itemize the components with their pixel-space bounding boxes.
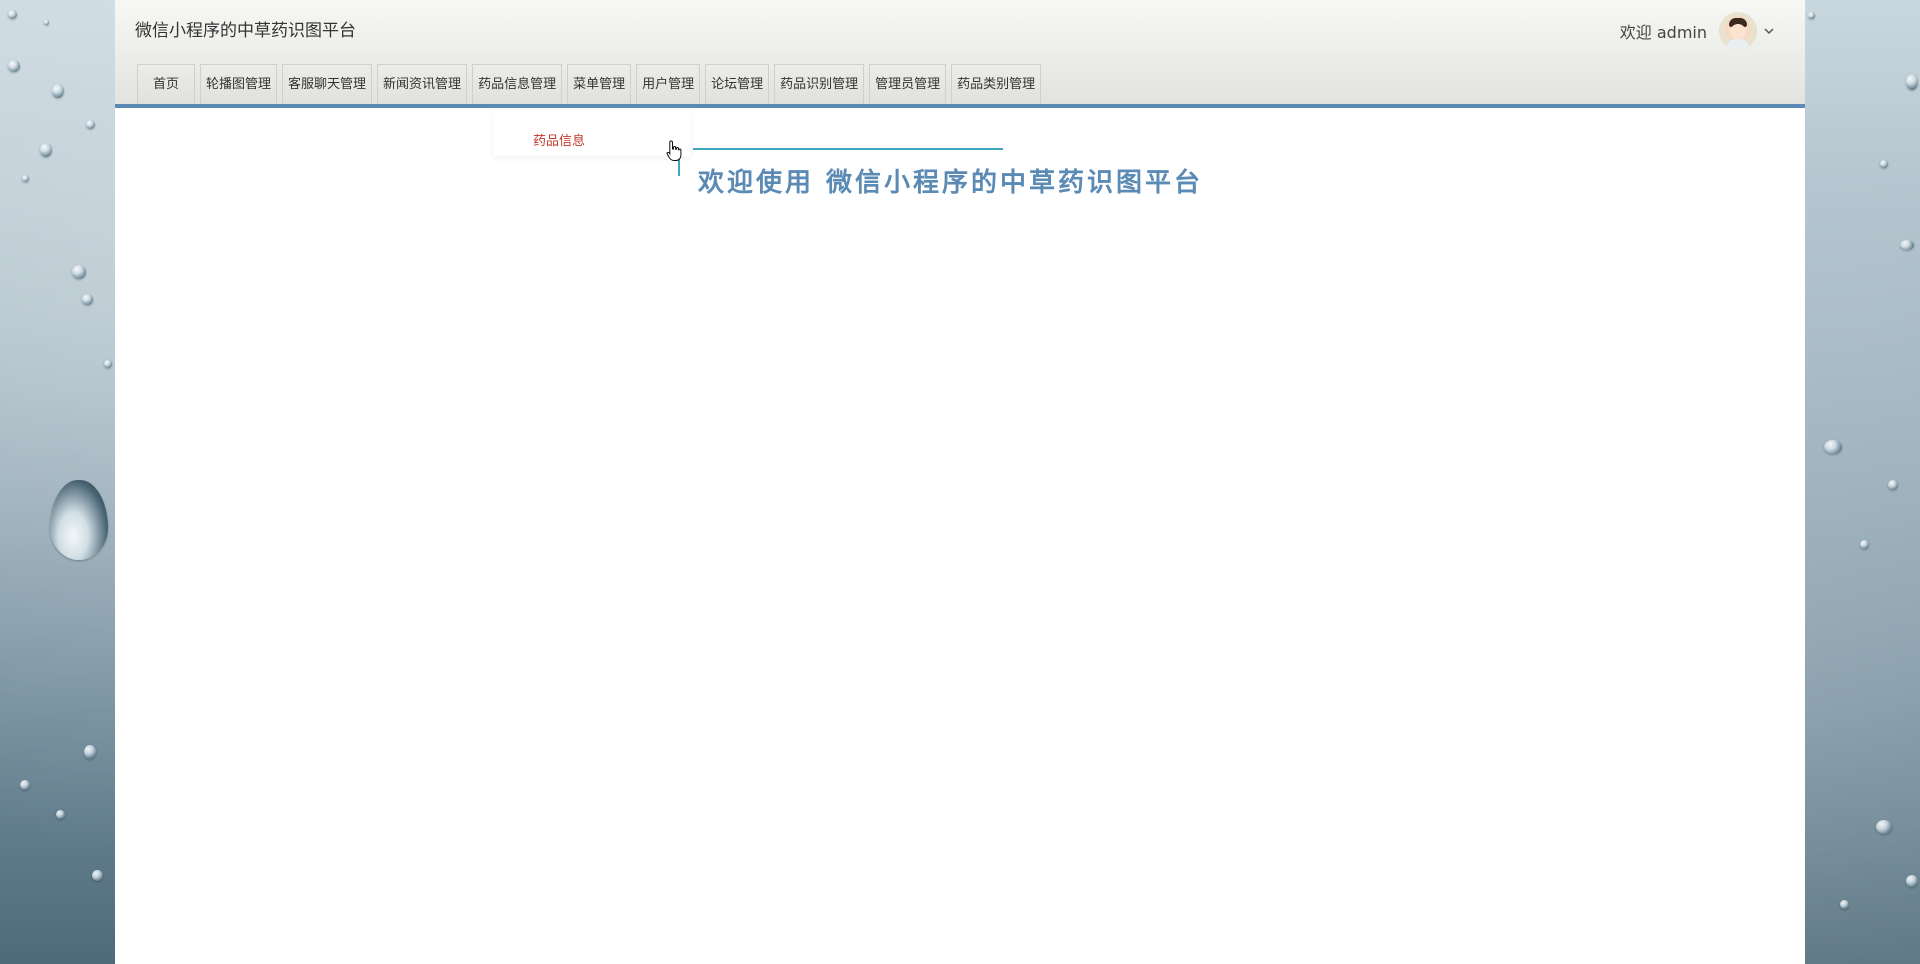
raindrop — [84, 745, 96, 759]
welcome-text: 欢迎使用 微信小程序的中草药识图平台 — [698, 168, 1204, 198]
raindrop — [20, 780, 30, 790]
nav-item-menu[interactable]: 菜单管理 — [567, 64, 632, 104]
raindrop — [1880, 160, 1888, 168]
raindrop — [86, 120, 95, 129]
raindrop — [44, 20, 49, 25]
nav-item-carousel[interactable]: 轮播图管理 — [200, 64, 278, 104]
main-nav: 首页 轮播图管理 客服聊天管理 新闻资讯管理 药品信息管理 菜单管理 用户管理 … — [137, 64, 1042, 104]
dropdown-item-drug-info[interactable]: 药品信息 — [533, 130, 585, 149]
avatar-icon[interactable] — [1719, 12, 1757, 50]
raindrop — [56, 810, 65, 819]
raindrop — [92, 870, 103, 881]
app-title: 微信小程序的中草药识图平台 — [135, 21, 356, 41]
nav-item-users[interactable]: 用户管理 — [636, 64, 701, 104]
raindrop — [52, 84, 64, 98]
raindrop — [1808, 12, 1815, 19]
main-panel: 微信小程序的中草药识图平台 欢迎 admin 首页 轮播图管理 客服聊天管理 新… — [115, 0, 1805, 964]
nav-item-home[interactable]: 首页 — [137, 64, 196, 104]
raindrop — [40, 143, 52, 157]
drug-info-dropdown: 药品信息 — [493, 110, 691, 156]
welcome-banner: 欢迎使用 微信小程序的中草药识图平台 — [678, 148, 1278, 208]
raindrop — [1906, 74, 1918, 90]
nav-item-admins[interactable]: 管理员管理 — [869, 64, 947, 104]
raindrop — [1840, 900, 1849, 909]
raindrop — [1860, 540, 1869, 549]
raindrop-large — [50, 480, 108, 560]
user-greeting: 欢迎 admin — [1619, 23, 1707, 42]
raindrop — [72, 265, 86, 279]
raindrop — [22, 175, 29, 182]
header: 微信小程序的中草药识图平台 欢迎 admin 首页 轮播图管理 客服聊天管理 新… — [115, 0, 1805, 108]
nav-item-drug-recognition[interactable]: 药品识别管理 — [774, 64, 865, 104]
raindrop — [1900, 240, 1914, 250]
chevron-down-icon[interactable] — [1763, 25, 1775, 37]
hand-pointer-cursor-icon — [666, 140, 682, 161]
nav-item-news[interactable]: 新闻资讯管理 — [377, 64, 468, 104]
raindrop — [1888, 480, 1898, 490]
user-menu[interactable]: 欢迎 admin — [1620, 12, 1775, 50]
nav-item-drug-category[interactable]: 药品类别管理 — [951, 64, 1042, 104]
raindrop — [1876, 820, 1892, 834]
raindrop — [8, 10, 17, 19]
welcome-top-line — [693, 148, 1003, 150]
raindrop — [1824, 440, 1842, 454]
raindrop — [1906, 875, 1918, 887]
nav-item-drug-info[interactable]: 药品信息管理 — [472, 64, 563, 104]
raindrop — [104, 360, 112, 368]
raindrop — [8, 60, 20, 72]
nav-item-customer-chat[interactable]: 客服聊天管理 — [282, 64, 373, 104]
raindrop — [82, 294, 93, 305]
nav-item-forum[interactable]: 论坛管理 — [705, 64, 770, 104]
